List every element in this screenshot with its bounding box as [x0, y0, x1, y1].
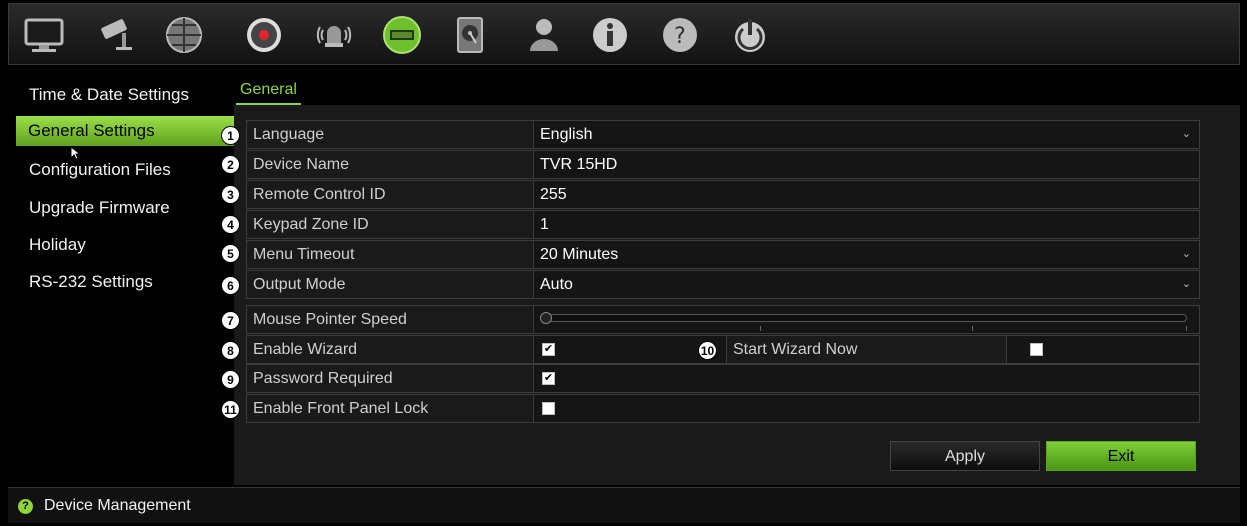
device-name-label: Device Name	[253, 156, 350, 173]
keypad-zone-id-input[interactable]: 1	[533, 211, 1199, 238]
output-mode-value: Auto	[540, 276, 573, 293]
sidebar-item-time-date[interactable]: Time & Date Settings	[18, 80, 232, 110]
callout-number: 9	[221, 370, 240, 389]
svg-text:?: ?	[674, 24, 686, 49]
callout-number: 6	[221, 276, 240, 295]
remote-control-id-label: Remote Control ID	[253, 186, 386, 203]
keypad-zone-id-row: Keypad Zone ID 1	[246, 210, 1200, 239]
language-label: Language	[253, 126, 325, 143]
output-mode-label: Output Mode	[253, 276, 346, 293]
mouse-cursor-icon	[70, 146, 82, 160]
callout-number: 8	[221, 341, 240, 360]
slider-knob[interactable]	[540, 312, 552, 324]
help-icon[interactable]: ?	[657, 12, 703, 58]
keypad-zone-id-value: 1	[540, 216, 549, 233]
remote-control-id-value: 255	[540, 186, 567, 203]
mouse-speed-slider[interactable]	[533, 306, 1199, 333]
start-wizard-checkbox[interactable]	[1030, 343, 1043, 356]
callout-number: 1	[221, 126, 240, 145]
language-row: Language English ⌄	[246, 120, 1200, 149]
callout-number: 7	[221, 311, 240, 330]
password-required-checkbox[interactable]: ✔	[542, 372, 555, 385]
password-required-cell: ✔	[533, 365, 1199, 392]
network-icon[interactable]	[161, 12, 207, 58]
tab-bar: General	[234, 73, 1240, 105]
info-icon[interactable]	[587, 12, 633, 58]
mouse-pointer-speed-label: Mouse Pointer Speed	[253, 311, 407, 328]
status-text: Device Management	[44, 497, 191, 514]
start-wizard-cell	[1006, 336, 1199, 363]
device-name-value: TVR 15HD	[540, 156, 618, 173]
callout-number: 2	[221, 155, 240, 174]
callout-number: 5	[221, 244, 240, 263]
enable-wizard-label: Enable Wizard	[253, 341, 358, 358]
sidebar-item-upgrade-firmware[interactable]: Upgrade Firmware	[18, 193, 232, 223]
front-panel-lock-label: Enable Front Panel Lock	[253, 400, 429, 417]
camera-icon[interactable]	[93, 12, 139, 58]
main-toolbar: ?	[8, 3, 1240, 65]
hdd-icon[interactable]	[447, 12, 493, 58]
language-value: English	[540, 126, 593, 143]
exit-button[interactable]: Exit	[1046, 441, 1196, 471]
sidebar-item-rs232[interactable]: RS-232 Settings	[18, 267, 232, 297]
slider-tick	[760, 326, 761, 331]
remote-control-id-input[interactable]: 255	[533, 181, 1199, 208]
device-icon[interactable]	[379, 12, 425, 58]
menu-timeout-select[interactable]: 20 Minutes ⌄	[533, 241, 1199, 268]
user-icon[interactable]	[521, 12, 567, 58]
front-panel-lock-cell	[533, 395, 1199, 422]
slider-tick	[972, 326, 973, 331]
slider-track	[544, 314, 1187, 322]
menu-timeout-label: Menu Timeout	[253, 246, 355, 263]
menu-timeout-value: 20 Minutes	[540, 246, 619, 263]
apply-button[interactable]: Apply	[890, 441, 1040, 471]
callout-number: 10	[698, 341, 717, 360]
password-required-label: Password Required	[253, 370, 393, 387]
settings-sidebar: Time & Date Settings General Settings Co…	[8, 78, 236, 485]
alarm-icon[interactable]	[311, 12, 357, 58]
mouse-pointer-speed-row: Mouse Pointer Speed	[246, 305, 1200, 334]
callout-number: 4	[221, 215, 240, 234]
sidebar-item-holiday[interactable]: Holiday	[18, 230, 232, 260]
chevron-down-icon: ⌄	[1181, 278, 1191, 290]
monitor-icon[interactable]	[21, 12, 67, 58]
output-mode-select[interactable]: Auto ⌄	[533, 271, 1199, 298]
chevron-down-icon: ⌄	[1181, 128, 1191, 140]
enable-wizard-row: Enable Wizard ✔ Start Wizard Now	[246, 335, 1200, 364]
keypad-zone-id-label: Keypad Zone ID	[253, 216, 369, 233]
front-panel-lock-checkbox[interactable]	[542, 402, 555, 415]
start-wizard-label: Start Wizard Now	[733, 341, 858, 358]
power-icon[interactable]	[727, 12, 773, 58]
device-name-input[interactable]: TVR 15HD	[533, 151, 1199, 178]
output-mode-row: Output Mode Auto ⌄	[246, 270, 1200, 299]
record-icon[interactable]	[241, 12, 287, 58]
start-wizard-label-cell: Start Wizard Now	[726, 336, 1006, 363]
callout-number: 11	[221, 400, 240, 419]
sidebar-item-config-files[interactable]: Configuration Files	[18, 155, 232, 185]
front-panel-lock-row: Enable Front Panel Lock	[246, 394, 1200, 423]
status-bar: ? Device Management	[8, 487, 1240, 523]
enable-wizard-checkbox[interactable]: ✔	[542, 343, 555, 356]
remote-control-id-row: Remote Control ID 255	[246, 180, 1200, 209]
language-select[interactable]: English ⌄	[533, 121, 1199, 148]
tab-general[interactable]: General	[236, 75, 301, 105]
password-required-row: Password Required ✔	[246, 364, 1200, 393]
chevron-down-icon: ⌄	[1181, 248, 1191, 260]
menu-timeout-row: Menu Timeout 20 Minutes ⌄	[246, 240, 1200, 269]
sidebar-item-general[interactable]: General Settings	[16, 116, 236, 146]
device-name-row: Device Name TVR 15HD	[246, 150, 1200, 179]
slider-tick	[1186, 326, 1187, 331]
help-status-icon: ?	[18, 499, 33, 514]
callout-number: 3	[221, 185, 240, 204]
